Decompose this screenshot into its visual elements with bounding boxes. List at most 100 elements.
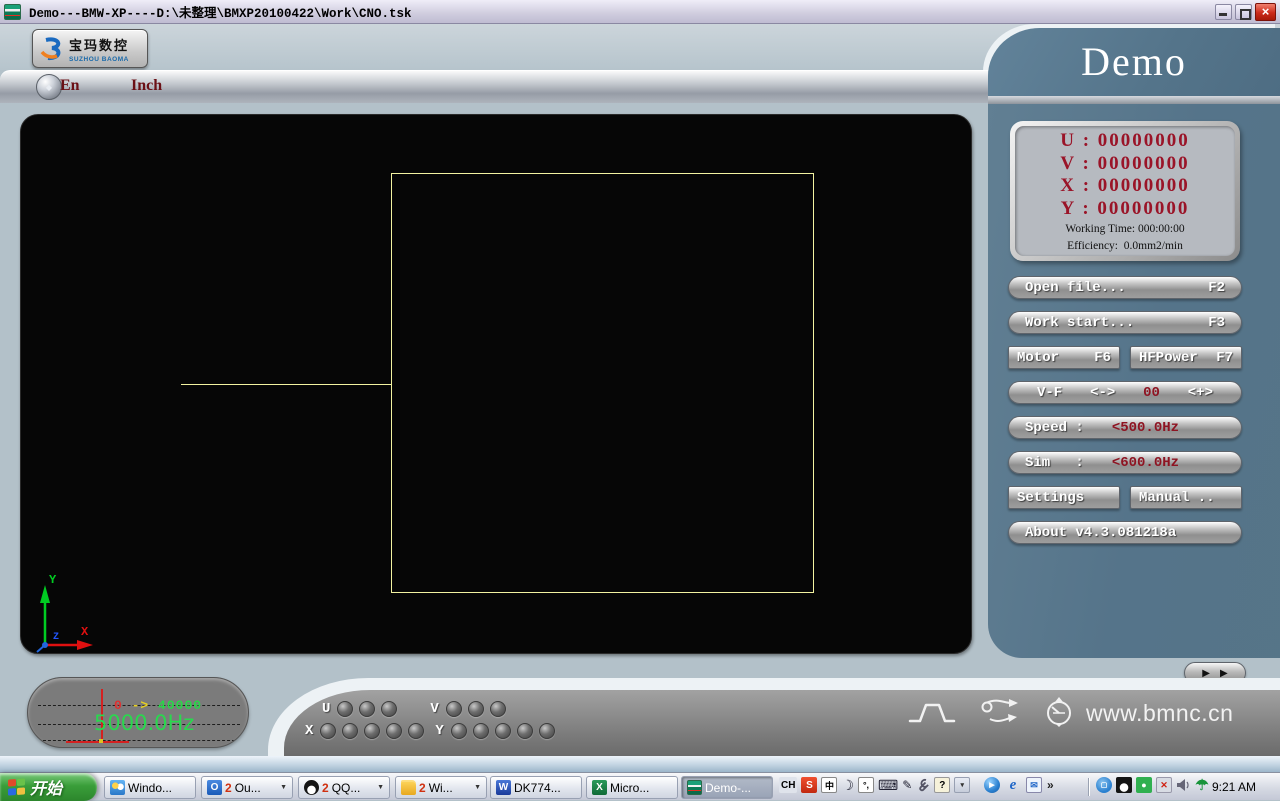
volume-icon[interactable] bbox=[1176, 778, 1190, 792]
umbrella-tray-icon[interactable]: ☂ bbox=[1194, 777, 1210, 793]
manual-button[interactable]: Manual .. bbox=[1130, 486, 1242, 509]
axis-readout-v: V : 00000000 bbox=[1060, 153, 1189, 176]
vf-label: V-F bbox=[1037, 385, 1062, 401]
work-start-button[interactable]: Work start...F3 bbox=[1008, 311, 1242, 334]
vf-control: V-F <-> 00 <+> bbox=[1008, 381, 1242, 404]
tray-divider bbox=[1088, 778, 1089, 796]
chinese-mode-icon[interactable]: 中 bbox=[821, 777, 837, 793]
language-toggle[interactable]: En bbox=[60, 77, 80, 95]
overflow-chevron-icon[interactable]: » bbox=[1047, 778, 1054, 792]
led-dot bbox=[320, 723, 336, 739]
vf-increase-button[interactable]: <+> bbox=[1188, 385, 1213, 401]
task-item-outlook[interactable]: O 2 Ou... ▼ bbox=[201, 776, 293, 799]
titlebar[interactable]: Demo---BMW-XP----D:\未整理\BMXP20100422\Wor… bbox=[0, 0, 1280, 24]
efficiency: Efficiency: 0.0mm2/min bbox=[1067, 239, 1183, 254]
unit-toggle[interactable]: Inch bbox=[131, 77, 162, 95]
logo-text-en: SUZHOU BAOMA bbox=[69, 56, 129, 63]
about-button[interactable]: About v4.3.081218a bbox=[1008, 521, 1242, 544]
speedometer-icon[interactable] bbox=[1044, 696, 1074, 728]
drawing-canvas[interactable]: Y X Z bbox=[20, 114, 972, 654]
qq-tray-icon[interactable] bbox=[1116, 777, 1132, 793]
window-title: Demo---BMW-XP----D:\未整理\BMXP20100422\Wor… bbox=[29, 2, 412, 21]
task-item-word[interactable]: W DK774... bbox=[490, 776, 582, 799]
working-time: Working Time: 000:00:00 bbox=[1065, 222, 1184, 237]
media-player-icon[interactable]: ▶ bbox=[984, 777, 1000, 793]
next-icon: ▶ bbox=[1202, 668, 1210, 679]
led-dot bbox=[386, 723, 402, 739]
logo-text-cn: 宝玛数控 bbox=[69, 35, 129, 54]
chevron-down-icon[interactable]: ▼ bbox=[280, 784, 287, 791]
sim-value: <600.0Hz bbox=[1112, 455, 1179, 471]
start-button[interactable]: 开始 bbox=[0, 773, 97, 801]
coordinate-panel: U : 00000000 V : 00000000 X : 00000000 Y… bbox=[1010, 121, 1240, 261]
axis-z-label: Z bbox=[53, 632, 59, 643]
next-icon: ▶ bbox=[1220, 668, 1228, 679]
axis-readout-y: Y : 00000000 bbox=[1061, 198, 1190, 221]
wire-thread-icon[interactable] bbox=[978, 696, 1022, 728]
led-dot bbox=[517, 723, 533, 739]
workpiece-path bbox=[21, 115, 972, 654]
sphere-toggle-button[interactable]: ◆ bbox=[36, 74, 62, 100]
application-window: Demo---BMW-XP----D:\未整理\BMXP20100422\Wor… bbox=[0, 0, 1280, 800]
frequency-gauge: 0 -> 40000 5000.0Hz bbox=[27, 677, 249, 748]
qq-icon bbox=[304, 780, 319, 795]
baoma-logo-icon bbox=[39, 37, 65, 61]
language-indicator[interactable]: CH bbox=[779, 777, 797, 793]
speed-button[interactable]: Speed : <500.0Hz bbox=[1008, 416, 1242, 439]
led-label-v: V bbox=[430, 701, 438, 717]
user-status-tray-icon[interactable]: ● bbox=[1136, 777, 1152, 793]
wrench-icon[interactable] bbox=[916, 778, 930, 792]
help-icon[interactable]: ? bbox=[934, 777, 950, 793]
settings-button[interactable]: Settings bbox=[1008, 486, 1120, 509]
led-panel: U V X Y bbox=[322, 698, 558, 742]
internet-explorer-icon[interactable]: e bbox=[1005, 777, 1021, 793]
close-button[interactable]: × bbox=[1255, 3, 1276, 21]
task-item-explorer[interactable]: 2 Wi... ▼ bbox=[395, 776, 487, 799]
taskbar-clock[interactable]: 9:21 AM bbox=[1212, 773, 1256, 801]
led-dot bbox=[473, 723, 489, 739]
led-dot bbox=[408, 723, 424, 739]
pen-icon[interactable]: ✎ bbox=[902, 777, 912, 793]
task-item-demo-active[interactable]: Demo-... bbox=[681, 776, 773, 799]
led-dot bbox=[490, 701, 506, 717]
task-item-messenger[interactable]: Windo... bbox=[104, 776, 196, 799]
brand-panel: Demo bbox=[988, 28, 1280, 96]
task-item-qq[interactable]: 2 QQ... ▼ bbox=[298, 776, 390, 799]
vf-decrease-button[interactable]: <-> bbox=[1090, 385, 1115, 401]
app-logo-icon bbox=[4, 4, 21, 20]
punctuation-icon[interactable]: °, bbox=[858, 777, 874, 793]
chevron-down-icon[interactable]: ▼ bbox=[377, 784, 384, 791]
gauge-origin-marker bbox=[99, 739, 103, 743]
motor-button[interactable]: MotorF6 bbox=[1008, 346, 1120, 369]
mail-icon[interactable]: ✉ bbox=[1026, 777, 1042, 793]
pulse-wave-icon[interactable] bbox=[908, 698, 956, 726]
minimize-button[interactable] bbox=[1215, 4, 1232, 20]
language-bar: CH S 中 ☽ °, ⌨ ✎ ? ▾ bbox=[779, 777, 970, 793]
sim-button[interactable]: Sim : <600.0Hz bbox=[1008, 451, 1242, 474]
gauge-frequency: 5000.0Hz bbox=[94, 711, 194, 735]
led-label-y: Y bbox=[435, 723, 443, 739]
vf-value: 00 bbox=[1143, 385, 1160, 401]
network-disconnected-icon[interactable]: ✕ bbox=[1156, 777, 1172, 793]
quick-launch: ▶ e ✉ » bbox=[984, 777, 1054, 793]
taskbar: 开始 Windo... O 2 Ou... ▼ 2 QQ... ▼ 2 Wi..… bbox=[0, 772, 1280, 800]
langbar-options-icon[interactable]: ▾ bbox=[954, 777, 970, 793]
axis-readout-x: X : 00000000 bbox=[1060, 175, 1190, 198]
hfpower-button[interactable]: HFPowerF7 bbox=[1130, 346, 1242, 369]
maxthon-tray-icon[interactable]: ▢ bbox=[1096, 777, 1112, 793]
website-url[interactable]: www.bmnc.cn bbox=[1086, 700, 1233, 727]
led-dot bbox=[451, 723, 467, 739]
axis-readout-u: U : 00000000 bbox=[1060, 130, 1190, 153]
led-dot bbox=[359, 701, 375, 717]
task-item-excel[interactable]: X Micro... bbox=[586, 776, 678, 799]
open-file-button[interactable]: Open file...F2 bbox=[1008, 276, 1242, 299]
sogou-icon[interactable]: S bbox=[801, 777, 817, 793]
led-dot bbox=[468, 701, 484, 717]
led-dot bbox=[337, 701, 353, 717]
keyboard-icon[interactable]: ⌨ bbox=[878, 777, 898, 793]
chevron-down-icon[interactable]: ▼ bbox=[474, 784, 481, 791]
moon-icon[interactable]: ☽ bbox=[841, 777, 854, 793]
restore-button[interactable] bbox=[1235, 4, 1252, 20]
led-label-x: X bbox=[305, 723, 313, 739]
logo-button[interactable]: 宝玛数控 SUZHOU BAOMA bbox=[32, 29, 148, 68]
